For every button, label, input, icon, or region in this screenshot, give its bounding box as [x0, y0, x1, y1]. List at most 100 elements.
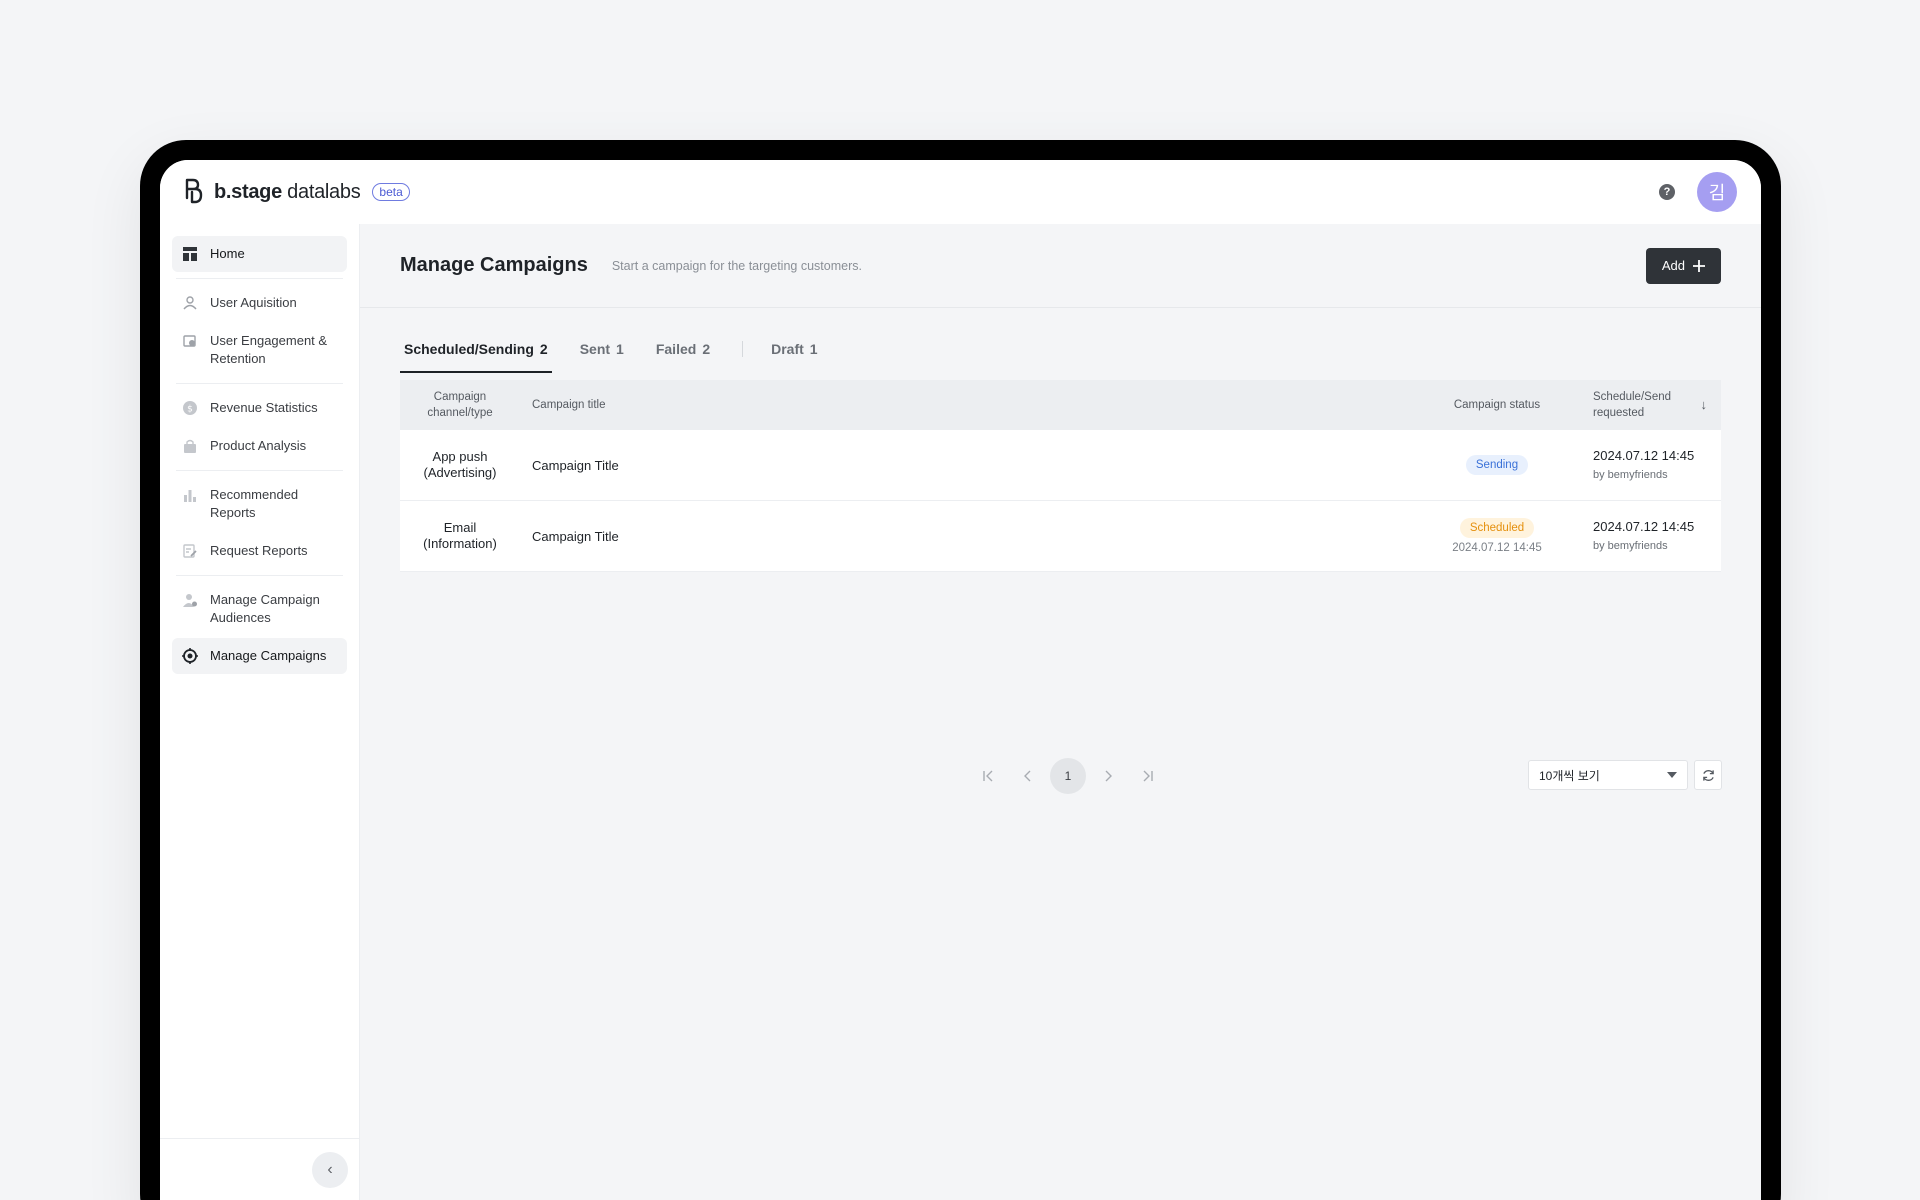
- brand-name: b.stage datalabs: [214, 180, 361, 204]
- refresh-icon: [1702, 769, 1714, 781]
- divider: [176, 278, 343, 279]
- channel-cell: App push (Advertising): [423, 449, 497, 480]
- sidebar-item-label: Product Analysis: [210, 438, 307, 453]
- sidebar-item-manage-campaign-audiences[interactable]: Manage Campaign Audiences: [172, 582, 347, 636]
- caret-down-icon: [1667, 772, 1677, 778]
- svg-text:$: $: [187, 405, 193, 415]
- status-badge: Scheduled: [1459, 518, 1535, 538]
- sidebar-item-request-reports[interactable]: Request Reports: [172, 533, 347, 569]
- sidebar-item-recommended-reports[interactable]: Recommended Reports: [172, 477, 347, 531]
- main-content: Manage Campaigns Start a campaign for th…: [360, 224, 1761, 1200]
- tab-scheduled-sending[interactable]: Scheduled/Sending 2: [400, 331, 552, 373]
- prev-page-icon[interactable]: [1010, 758, 1046, 794]
- table-row[interactable]: Email (Information) Campaign Title Sched…: [400, 501, 1721, 572]
- app-screen: b.stage datalabs beta ? 김 Home User Aqui…: [160, 160, 1761, 1200]
- channel-cell: Email (Information): [423, 520, 497, 551]
- last-page-icon[interactable]: [1130, 758, 1166, 794]
- campaign-title-cell[interactable]: Campaign Title: [520, 458, 1413, 473]
- tab-label: Sent: [579, 341, 611, 357]
- sidebar-item-user-aquisition[interactable]: User Aquisition: [172, 285, 347, 321]
- audience-icon: [182, 592, 198, 608]
- sidebar: Home User Aquisition User Engagement & R…: [160, 224, 360, 1200]
- bar-chart-icon: [182, 487, 198, 503]
- plus-icon: [1693, 259, 1705, 272]
- requested-by: by bemyfriends: [1593, 468, 1668, 481]
- avatar[interactable]: 김: [1697, 172, 1737, 212]
- status-badge: Sending: [1465, 455, 1529, 475]
- sidebar-item-label: Manage Campaign Audiences: [210, 592, 320, 625]
- brand-bold: b.stage: [214, 180, 282, 203]
- brand-light: datalabs: [281, 180, 361, 203]
- edit-doc-icon: [182, 543, 198, 559]
- refresh-button[interactable]: [1694, 760, 1722, 790]
- sidebar-item-manage-campaigns[interactable]: Manage Campaigns: [172, 638, 347, 674]
- page-number-button[interactable]: 1: [1050, 758, 1086, 794]
- tab-label: Scheduled/Sending: [404, 341, 534, 357]
- sidebar-item-home[interactable]: Home: [172, 236, 347, 272]
- user-icon: [182, 295, 198, 311]
- sidebar-item-label: Request Reports: [210, 543, 308, 558]
- logo[interactable]: b.stage datalabs beta: [184, 178, 410, 206]
- add-button-label: Add: [1661, 258, 1685, 273]
- sidebar-item-user-engagement[interactable]: User Engagement & Retention: [172, 323, 347, 377]
- help-icon[interactable]: ?: [1659, 184, 1675, 200]
- requested-date: 2024.07.12 14:45: [1593, 518, 1695, 534]
- pagination: 1 10개씩 보기: [360, 756, 1761, 796]
- column-header-title: Campaign title: [532, 399, 606, 411]
- engagement-icon: [182, 333, 198, 349]
- collapse-sidebar-button[interactable]: ‹: [312, 1152, 348, 1188]
- sidebar-item-label: User Aquisition: [210, 295, 297, 310]
- chevron-left-icon: ‹: [327, 1161, 333, 1178]
- sidebar-item-product-analysis[interactable]: Product Analysis: [172, 428, 347, 464]
- tab-draft[interactable]: Draft 1: [767, 331, 821, 367]
- tab-count: 1: [616, 341, 624, 357]
- divider: [742, 341, 744, 357]
- sidebar-item-label: Revenue Statistics: [210, 400, 318, 415]
- sort-down-icon[interactable]: ↓: [1701, 397, 1708, 413]
- page-header: Manage Campaigns Start a campaign for th…: [360, 224, 1761, 308]
- tab-label: Failed: [655, 341, 697, 357]
- first-page-icon[interactable]: [970, 758, 1006, 794]
- status-cell: Scheduled 2024.07.12 14:45: [1413, 518, 1581, 554]
- top-bar: b.stage datalabs beta ? 김: [160, 160, 1761, 224]
- requested-cell: 2024.07.12 14:45 by bemyfriends: [1581, 448, 1721, 483]
- next-page-icon[interactable]: [1090, 758, 1126, 794]
- tab-sent[interactable]: Sent 1: [576, 331, 628, 367]
- beta-badge: beta: [372, 183, 410, 201]
- requested-by: by bemyfriends: [1593, 539, 1668, 552]
- bag-icon: [182, 438, 198, 454]
- divider: [176, 575, 343, 576]
- status-tabs: Scheduled/Sending 2 Sent 1 Failed 2 Draf…: [400, 324, 846, 374]
- page-title: Manage Campaigns: [400, 254, 588, 276]
- sidebar-item-label: Recommended Reports: [210, 487, 299, 520]
- target-icon: [182, 648, 198, 664]
- divider: [160, 1138, 360, 1139]
- status-cell: Sending: [1413, 455, 1581, 475]
- scheduled-date: 2024.07.12 14:45: [1452, 542, 1542, 554]
- column-header-channel: Campaign channel/type: [427, 391, 493, 419]
- page-subtitle: Start a campaign for the targeting custo…: [611, 258, 862, 273]
- page-size-select[interactable]: 10개씩 보기: [1528, 760, 1688, 790]
- divider: [176, 470, 343, 471]
- divider: [176, 383, 343, 384]
- requested-date: 2024.07.12 14:45: [1593, 447, 1695, 463]
- column-header-requested[interactable]: Schedule/Send requested ↓: [1581, 389, 1721, 421]
- dashboard-icon: [182, 246, 198, 262]
- campaign-table: Campaign channel/type Campaign title Cam…: [400, 380, 1721, 572]
- table-row[interactable]: App push (Advertising) Campaign Title Se…: [400, 430, 1721, 501]
- sidebar-item-revenue-statistics[interactable]: $ Revenue Statistics: [172, 390, 347, 426]
- dollar-icon: $: [182, 400, 198, 416]
- requested-cell: 2024.07.12 14:45 by bemyfriends: [1581, 519, 1721, 554]
- tab-count: 1: [809, 341, 818, 357]
- table-header: Campaign channel/type Campaign title Cam…: [400, 380, 1721, 430]
- tab-failed[interactable]: Failed 2: [652, 331, 714, 367]
- sidebar-item-label: Home: [210, 246, 245, 261]
- campaign-title-cell[interactable]: Campaign Title: [520, 529, 1413, 544]
- add-campaign-button[interactable]: Add: [1645, 247, 1721, 284]
- tab-label: Draft: [771, 341, 804, 357]
- tab-count: 2: [539, 341, 548, 357]
- sidebar-item-label: User Engagement & Retention: [210, 333, 328, 366]
- column-header-status: Campaign status: [1453, 399, 1541, 411]
- sidebar-item-label: Manage Campaigns: [210, 648, 327, 663]
- tab-count: 2: [702, 341, 711, 357]
